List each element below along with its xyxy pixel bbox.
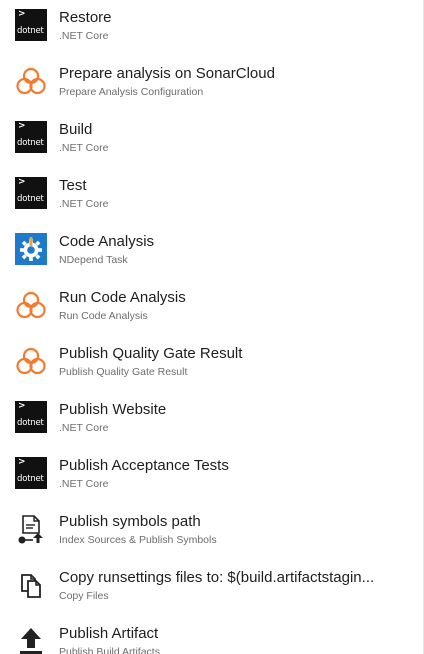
dotnet-icon: > dotnet [15,457,47,489]
dotnet-chevron: > [18,457,26,467]
task-item-code-analysis[interactable]: Code Analysis NDepend Task [0,227,423,283]
task-subtitle: .NET Core [59,198,109,210]
dotnet-label: dotnet [17,194,44,204]
dotnet-icon: > dotnet [15,401,47,433]
sonarcloud-icon [15,65,47,97]
dotnet-chevron: > [18,121,26,131]
task-title: Copy runsettings files to: $(build.artif… [59,569,375,586]
task-title: Prepare analysis on SonarCloud [59,65,275,82]
sonarcloud-icon [15,345,47,377]
task-item-restore[interactable]: > dotnet Restore .NET Core [0,3,423,59]
ndepend-icon [15,233,47,265]
task-subtitle: .NET Core [59,422,109,434]
dotnet-chevron: > [18,177,26,187]
upload-artifact-icon [15,625,47,654]
task-title: Build [59,121,93,138]
task-subtitle: Copy Files [59,590,109,602]
dotnet-chevron: > [18,401,26,411]
task-title: Test [59,177,87,194]
publish-symbols-icon [15,513,47,545]
task-title: Restore [59,9,112,26]
task-item-publish-symbols[interactable]: Publish symbols path Index Sources & Pub… [0,507,423,563]
task-title: Publish Website [59,401,167,418]
dotnet-icon: > dotnet [15,177,47,209]
task-list: > dotnet Restore .NET Core Prepare analy… [0,0,424,654]
task-subtitle: Publish Quality Gate Result [59,366,188,378]
task-subtitle: Publish Build Artifacts [59,646,160,654]
task-subtitle: NDepend Task [59,254,128,266]
copy-files-icon [15,569,47,601]
dotnet-label: dotnet [17,26,44,36]
dotnet-chevron: > [18,9,26,19]
task-title: Code Analysis [59,233,155,250]
task-title: Run Code Analysis [59,289,186,306]
task-title: Publish Artifact [59,625,159,642]
task-subtitle: Index Sources & Publish Symbols [59,534,217,546]
task-title: Publish Quality Gate Result [59,345,243,362]
task-subtitle: Prepare Analysis Configuration [59,86,204,98]
task-item-publish-artifact[interactable]: Publish Artifact Publish Build Artifacts [0,619,423,654]
task-item-prepare-analysis[interactable]: Prepare analysis on SonarCloud Prepare A… [0,59,423,115]
task-item-publish-quality-gate[interactable]: Publish Quality Gate Result Publish Qual… [0,339,423,395]
task-title: Publish Acceptance Tests [59,457,229,474]
task-item-test[interactable]: > dotnet Test .NET Core [0,171,423,227]
sonarcloud-icon [15,289,47,321]
task-subtitle: .NET Core [59,142,109,154]
task-item-build[interactable]: > dotnet Build .NET Core [0,115,423,171]
task-subtitle: Run Code Analysis [59,310,148,322]
task-item-run-code-analysis[interactable]: Run Code Analysis Run Code Analysis [0,283,423,339]
task-item-publish-acceptance-tests[interactable]: > dotnet Publish Acceptance Tests .NET C… [0,451,423,507]
dotnet-label: dotnet [17,474,44,484]
task-subtitle: .NET Core [59,30,109,42]
task-subtitle: .NET Core [59,478,109,490]
dotnet-label: dotnet [17,418,44,428]
task-title: Publish symbols path [59,513,201,530]
dotnet-icon: > dotnet [15,121,47,153]
task-item-copy-runsettings[interactable]: Copy runsettings files to: $(build.artif… [0,563,423,619]
task-item-publish-website[interactable]: > dotnet Publish Website .NET Core [0,395,423,451]
dotnet-label: dotnet [17,138,44,148]
dotnet-icon: > dotnet [15,9,47,41]
